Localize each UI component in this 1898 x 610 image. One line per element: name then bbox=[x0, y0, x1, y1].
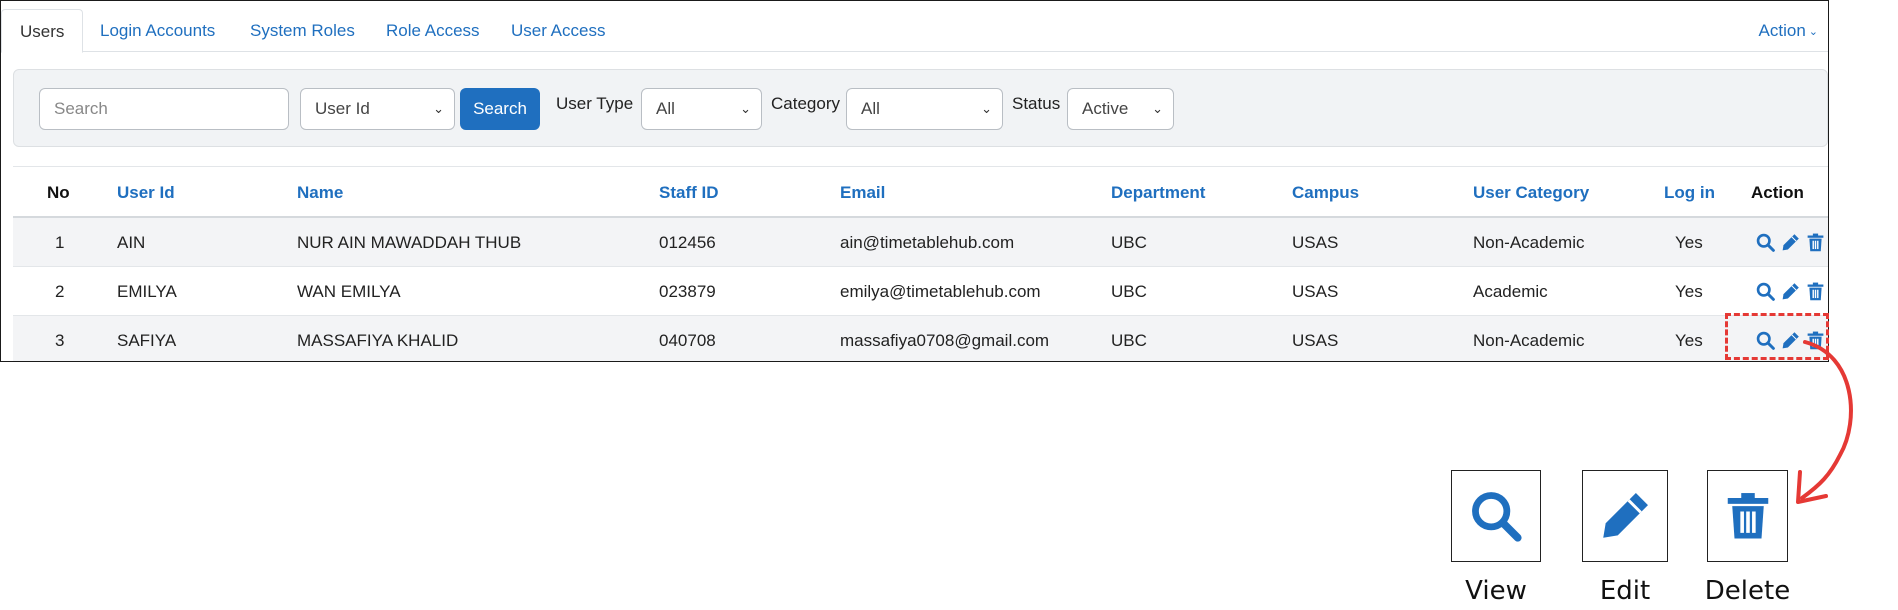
user-type-label: User Type bbox=[556, 94, 634, 113]
pencil-icon bbox=[1603, 493, 1648, 538]
cell-department: UBC bbox=[1111, 233, 1147, 252]
row-actions bbox=[1755, 232, 1826, 254]
cell-log-in: Yes bbox=[1675, 282, 1703, 301]
cell-user-category: Non-Academic bbox=[1473, 233, 1585, 252]
cell-name: NUR AIN MAWADDAH THUB bbox=[297, 233, 522, 252]
col-action: Action bbox=[1751, 183, 1804, 202]
trash-icon[interactable] bbox=[1805, 281, 1826, 302]
chevron-down-icon: ⌄ bbox=[740, 101, 751, 116]
col-email[interactable]: Email bbox=[840, 167, 885, 219]
delete-label: Delete bbox=[1704, 576, 1791, 606]
cell-user-category: Academic bbox=[1473, 282, 1548, 301]
pencil-icon[interactable] bbox=[1780, 232, 1801, 253]
tab-bar: Users Login Accounts System Roles Role A… bbox=[1, 1, 1828, 53]
cell-user-id: AIN bbox=[117, 233, 146, 252]
cell-staff-id: 040708 bbox=[659, 331, 716, 350]
cell-campus: USAS bbox=[1292, 331, 1339, 350]
chevron-down-icon: ⌄ bbox=[981, 101, 992, 116]
category-select-value: All bbox=[861, 99, 880, 118]
chevron-down-icon: ⌄ bbox=[1152, 101, 1163, 116]
chevron-down-icon: ⌄ bbox=[433, 101, 444, 116]
cell-log-in: Yes bbox=[1675, 233, 1703, 252]
view-label: View bbox=[1465, 576, 1527, 606]
search-input[interactable]: Search bbox=[39, 88, 289, 130]
col-log-in[interactable]: Log in bbox=[1664, 167, 1715, 219]
search-field-select[interactable]: User Id ⌄ bbox=[300, 88, 455, 130]
tab-role-access[interactable]: Role Access bbox=[386, 9, 480, 52]
category-select[interactable]: All ⌄ bbox=[846, 88, 1003, 130]
cell-email: ain@timetablehub.com bbox=[840, 233, 1015, 252]
cell-department: UBC bbox=[1111, 331, 1147, 350]
col-campus[interactable]: Campus bbox=[1292, 167, 1359, 219]
table-row: 1 AIN NUR AIN MAWADDAH THUB 012456 ain@t… bbox=[13, 218, 1828, 267]
status-select[interactable]: Active ⌄ bbox=[1067, 88, 1174, 130]
cell-user-id: SAFIYA bbox=[117, 331, 177, 350]
pencil-icon[interactable] bbox=[1780, 281, 1801, 302]
tab-users[interactable]: Users bbox=[1, 9, 84, 53]
tab-login-accounts[interactable]: Login Accounts bbox=[100, 9, 215, 52]
tab-system-roles[interactable]: System Roles bbox=[250, 9, 355, 52]
cell-no: 2 bbox=[55, 282, 65, 301]
search-icon bbox=[1472, 492, 1522, 542]
status-select-value: Active bbox=[1082, 99, 1129, 118]
cell-campus: USAS bbox=[1292, 233, 1339, 252]
edit-label: Edit bbox=[1599, 576, 1651, 606]
search-field-select-value: User Id bbox=[315, 99, 370, 118]
edit-legend-box bbox=[1582, 470, 1668, 562]
chevron-down-icon: ⌄ bbox=[1808, 26, 1818, 38]
col-no: No bbox=[47, 183, 70, 202]
cell-no: 3 bbox=[55, 331, 65, 350]
cell-name: MASSAFIYA KHALID bbox=[297, 331, 459, 350]
cell-user-category: Non-Academic bbox=[1473, 331, 1585, 350]
cell-name: WAN EMILYA bbox=[297, 282, 401, 301]
category-label: Category bbox=[771, 94, 840, 113]
user-type-select-value: All bbox=[656, 99, 675, 118]
action-menu-label: Action bbox=[1758, 21, 1806, 40]
col-department[interactable]: Department bbox=[1111, 167, 1205, 219]
cell-user-id: EMILYA bbox=[117, 282, 177, 301]
status-label: Status bbox=[1012, 94, 1061, 113]
user-management-panel: Users Login Accounts System Roles Role A… bbox=[0, 0, 1829, 362]
cell-email: emilya@timetablehub.com bbox=[840, 282, 1041, 301]
col-user-id[interactable]: User Id bbox=[117, 167, 175, 219]
cell-campus: USAS bbox=[1292, 282, 1339, 301]
table-header: No User Id Name Staff ID Email Departmen… bbox=[13, 166, 1828, 218]
col-user-category[interactable]: User Category bbox=[1473, 167, 1589, 219]
action-menu[interactable]: Action ⌄ bbox=[1759, 9, 1818, 52]
filter-bar: Search User Id ⌄ Search User Type All ⌄ … bbox=[13, 69, 1828, 147]
row-actions bbox=[1755, 281, 1826, 303]
cell-no: 1 bbox=[55, 233, 65, 252]
trash-icon bbox=[1727, 493, 1768, 539]
col-name[interactable]: Name bbox=[297, 167, 343, 219]
table-row: 2 EMILYA WAN EMILYA 023879 emilya@timeta… bbox=[13, 267, 1828, 316]
cell-staff-id: 012456 bbox=[659, 233, 716, 252]
user-type-select[interactable]: All ⌄ bbox=[641, 88, 762, 130]
delete-legend-box bbox=[1707, 470, 1788, 562]
cell-log-in: Yes bbox=[1675, 331, 1703, 350]
trash-icon[interactable] bbox=[1805, 232, 1826, 253]
search-icon[interactable] bbox=[1755, 330, 1776, 351]
search-icon[interactable] bbox=[1755, 232, 1776, 253]
cell-department: UBC bbox=[1111, 282, 1147, 301]
col-staff-id[interactable]: Staff ID bbox=[659, 167, 719, 219]
view-legend-box bbox=[1451, 470, 1541, 562]
search-button[interactable]: Search bbox=[460, 88, 540, 130]
curved-arrow-icon bbox=[1796, 340, 1853, 504]
tab-user-access[interactable]: User Access bbox=[511, 9, 605, 52]
search-icon[interactable] bbox=[1755, 281, 1776, 302]
cell-staff-id: 023879 bbox=[659, 282, 716, 301]
table-row: 3 SAFIYA MASSAFIYA KHALID 040708 massafi… bbox=[13, 316, 1828, 361]
users-table: No User Id Name Staff ID Email Departmen… bbox=[13, 166, 1828, 361]
cell-email: massafiya0708@gmail.com bbox=[840, 331, 1050, 350]
